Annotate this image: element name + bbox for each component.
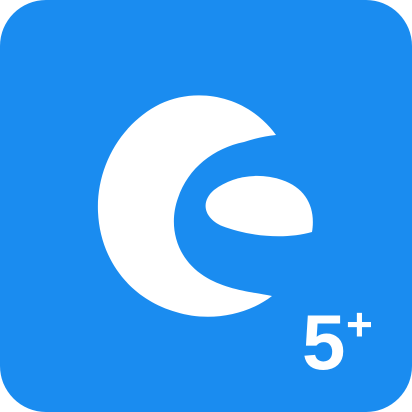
app-icon-tile[interactable]: 5 + xyxy=(0,0,412,412)
version-number: 5 xyxy=(302,298,345,386)
app-icon-canvas: 5 + xyxy=(0,0,412,412)
version-plus: + xyxy=(346,298,373,350)
